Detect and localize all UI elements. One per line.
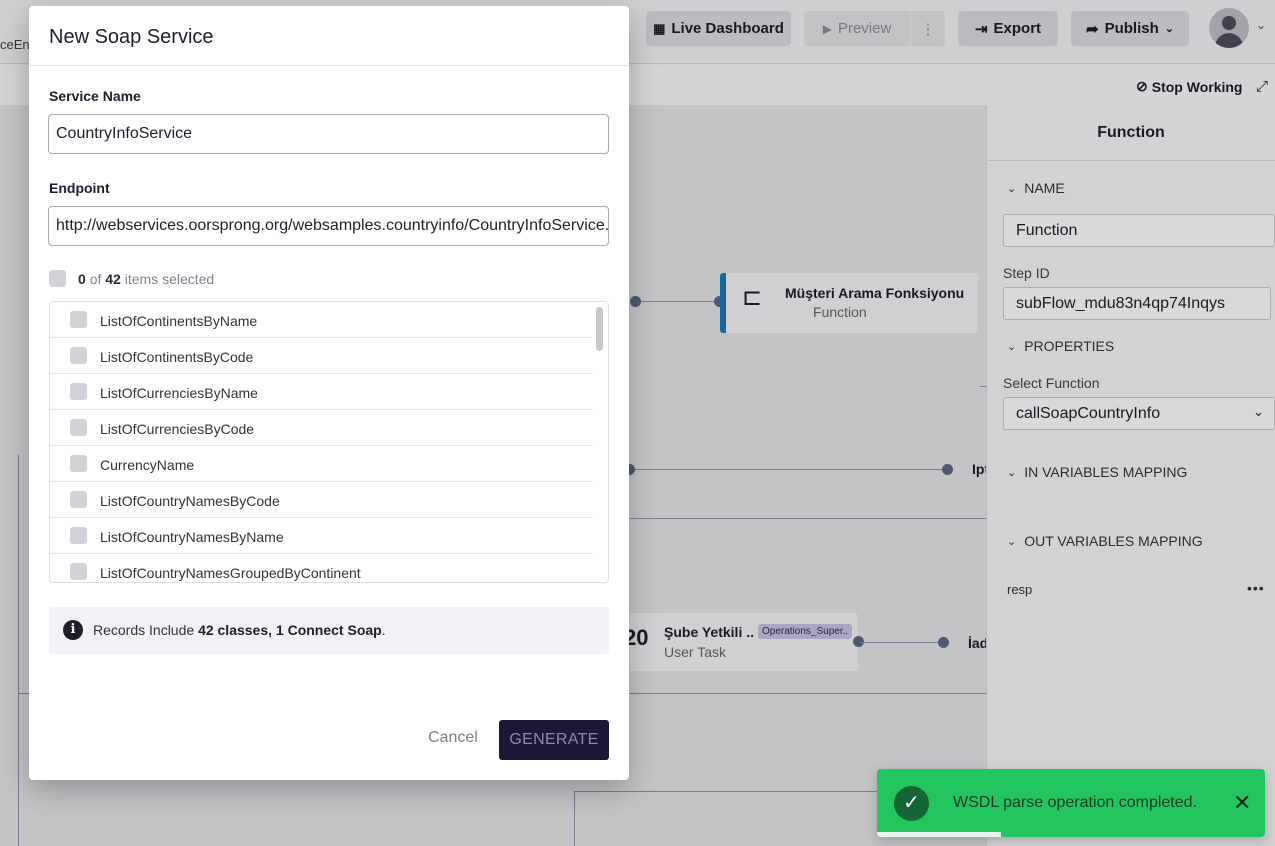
list-item[interactable]: ListOfContinentsByName xyxy=(50,302,593,338)
operations-list[interactable]: ListOfContinentsByName ListOfContinentsB… xyxy=(49,301,609,583)
selection-count: 0 of 42 items selected xyxy=(78,271,214,287)
item-label: CurrencyName xyxy=(100,457,195,473)
info-text: Records Include 42 classes, 1 Connect So… xyxy=(93,622,386,638)
list-item[interactable]: ListOfCountryNamesByCode xyxy=(50,482,593,518)
info-icon: i xyxy=(63,620,83,640)
select-all-checkbox[interactable] xyxy=(49,270,66,287)
info-banner: i Records Include 42 classes, 1 Connect … xyxy=(49,607,609,654)
item-checkbox[interactable] xyxy=(70,491,87,508)
item-checkbox[interactable] xyxy=(70,347,87,364)
item-label: ListOfCurrenciesByName xyxy=(100,385,258,401)
item-label: ListOfContinentsByCode xyxy=(100,349,254,365)
list-item[interactable]: CurrencyName xyxy=(50,446,593,482)
list-item[interactable]: ListOfCurrenciesByCode xyxy=(50,410,593,446)
item-checkbox[interactable] xyxy=(70,563,87,580)
list-scrollbar[interactable] xyxy=(596,307,603,351)
toast-message: WSDL parse operation completed. xyxy=(953,794,1197,811)
service-name-input[interactable]: CountryInfoService xyxy=(48,114,609,154)
list-item[interactable]: ListOfContinentsByCode xyxy=(50,338,593,374)
info-suffix: . xyxy=(381,622,386,638)
item-label: ListOfCountryNamesGroupedByContinent xyxy=(100,565,361,581)
item-checkbox[interactable] xyxy=(70,383,87,400)
selected-count: 0 xyxy=(78,271,86,287)
close-icon[interactable]: ✕ xyxy=(1233,792,1251,814)
list-item[interactable]: ListOfCurrenciesByName xyxy=(50,374,593,410)
success-toast: ✓ WSDL parse operation completed. ✕ xyxy=(877,769,1265,837)
toast-progress-bar xyxy=(877,832,1002,837)
check-circle-icon: ✓ xyxy=(894,786,929,821)
cancel-button[interactable]: Cancel xyxy=(428,729,478,747)
total-count: 42 xyxy=(105,271,121,287)
endpoint-label: Endpoint xyxy=(49,180,110,196)
dialog-title: New Soap Service xyxy=(49,26,214,48)
list-item[interactable]: ListOfCountryNamesByName xyxy=(50,518,593,554)
item-label: ListOfContinentsByName xyxy=(100,313,258,329)
item-label: ListOfCountryNamesByName xyxy=(100,529,284,545)
item-label: ListOfCountryNamesByCode xyxy=(100,493,280,509)
item-checkbox[interactable] xyxy=(70,419,87,436)
divider xyxy=(29,65,629,66)
service-name-label: Service Name xyxy=(49,88,141,104)
info-bold: 42 classes, 1 Connect Soap xyxy=(198,622,382,638)
list-item[interactable]: ListOfCountryNamesGroupedByContinent xyxy=(50,554,593,582)
items-selected-label: items selected xyxy=(124,271,215,287)
item-checkbox[interactable] xyxy=(70,455,87,472)
info-prefix: Records Include xyxy=(93,622,195,638)
of-label: of xyxy=(89,271,102,287)
item-checkbox[interactable] xyxy=(70,527,87,544)
item-checkbox[interactable] xyxy=(70,311,87,328)
generate-button[interactable]: GENERATE xyxy=(499,720,609,760)
new-soap-service-dialog: New Soap Service Service Name CountryInf… xyxy=(29,6,629,780)
item-label: ListOfCurrenciesByCode xyxy=(100,421,255,437)
endpoint-input[interactable]: http://webservices.oorsprong.org/websamp… xyxy=(48,206,609,246)
